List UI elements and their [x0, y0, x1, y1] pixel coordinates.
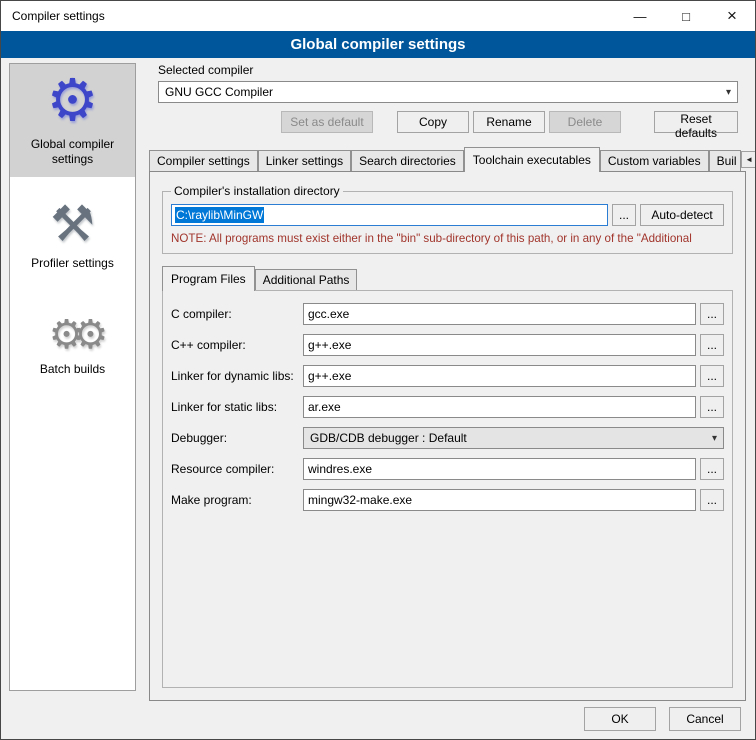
linker-static-input[interactable]	[303, 396, 696, 418]
titlebar: Compiler settings — □ ×	[1, 1, 755, 31]
sidebar-item-label: Profiler settings	[31, 256, 114, 271]
copy-button[interactable]: Copy	[397, 111, 469, 133]
program-files-tabstrip: Program Files Additional Paths	[162, 266, 735, 290]
tab-toolchain-executables[interactable]: Toolchain executables	[464, 147, 600, 172]
close-button[interactable]: ×	[709, 1, 755, 31]
installation-directory-legend: Compiler's installation directory	[171, 184, 343, 198]
linker-static-row: Linker for static libs: ...	[171, 396, 724, 418]
tab-scroll-buttons: ◄ ►	[741, 151, 756, 168]
profiler-tool-icon: ⚒	[50, 199, 95, 249]
delete-button: Delete	[549, 111, 621, 133]
installation-directory-input[interactable]: C:\raylib\MinGW	[171, 204, 608, 226]
installation-directory-group: Compiler's installation directory C:\ray…	[162, 184, 733, 254]
linker-static-label: Linker for static libs:	[171, 400, 303, 414]
compiler-settings-window: Compiler settings — □ × Global compiler …	[0, 0, 756, 740]
linker-dynamic-row: Linker for dynamic libs: ...	[171, 365, 724, 387]
page-title: Global compiler settings	[1, 31, 755, 58]
tab-program-files[interactable]: Program Files	[162, 266, 255, 291]
maximize-button[interactable]: □	[663, 1, 709, 31]
linker-dynamic-browse-button[interactable]: ...	[700, 365, 724, 387]
make-program-input[interactable]	[303, 489, 696, 511]
compiler-select[interactable]: GNU GCC Compiler ▾	[158, 81, 738, 103]
sidebar-item-profiler-settings[interactable]: ⚒ Profiler settings	[10, 191, 135, 281]
sidebar-item-label: Global compiler settings	[14, 137, 131, 167]
tab-scroll-left-button[interactable]: ◄	[741, 151, 756, 168]
program-files-panel: C compiler: ... C++ compiler: ... Linker…	[162, 290, 733, 688]
main-content: Selected compiler GNU GCC Compiler ▾ Set…	[146, 63, 749, 701]
window-controls: — □ ×	[617, 1, 755, 31]
compiler-action-buttons: Set as default Copy Rename Delete Reset …	[158, 111, 738, 133]
arrow-left-icon: ◄	[745, 155, 753, 164]
tab-build-options-truncated[interactable]: Buil	[709, 150, 741, 171]
toolchain-executables-panel: Compiler's installation directory C:\ray…	[149, 171, 746, 701]
debugger-select[interactable]: GDB/CDB debugger : Default ▾	[303, 427, 724, 449]
resource-compiler-row: Resource compiler: ...	[171, 458, 724, 480]
cpp-compiler-input[interactable]	[303, 334, 696, 356]
set-as-default-button: Set as default	[281, 111, 373, 133]
bin-subdirectory-note: NOTE: All programs must exist either in …	[171, 232, 724, 245]
make-program-label: Make program:	[171, 493, 303, 507]
linker-static-browse-button[interactable]: ...	[700, 396, 724, 418]
sidebar-item-batch-builds[interactable]: ⚙⚙ Batch builds	[10, 307, 135, 387]
installation-directory-value: C:\raylib\MinGW	[175, 207, 264, 223]
debugger-select-value: GDB/CDB debugger : Default	[310, 431, 467, 445]
resource-compiler-browse-button[interactable]: ...	[700, 458, 724, 480]
linker-dynamic-input[interactable]	[303, 365, 696, 387]
tab-linker-settings[interactable]: Linker settings	[258, 150, 351, 171]
make-program-row: Make program: ...	[171, 489, 724, 511]
maximize-icon: □	[682, 9, 690, 24]
tab-additional-paths[interactable]: Additional Paths	[255, 269, 358, 290]
compiler-select-value: GNU GCC Compiler	[165, 85, 273, 99]
sidebar-item-global-compiler-settings[interactable]: ⚙ Global compiler settings	[10, 64, 135, 177]
settings-category-sidebar: ⚙ Global compiler settings ⚒ Profiler se…	[9, 63, 136, 691]
tab-search-directories[interactable]: Search directories	[351, 150, 464, 171]
c-compiler-row: C compiler: ...	[171, 303, 724, 325]
debugger-label: Debugger:	[171, 431, 303, 445]
linker-dynamic-label: Linker for dynamic libs:	[171, 369, 303, 383]
c-compiler-input[interactable]	[303, 303, 696, 325]
cpp-compiler-row: C++ compiler: ...	[171, 334, 724, 356]
resource-compiler-label: Resource compiler:	[171, 462, 303, 476]
dialog-footer: OK Cancel	[584, 707, 741, 731]
dialog-body: ⚙ Global compiler settings ⚒ Profiler se…	[1, 58, 755, 740]
c-compiler-browse-button[interactable]: ...	[700, 303, 724, 325]
tab-compiler-settings[interactable]: Compiler settings	[149, 150, 258, 171]
installation-directory-row: C:\raylib\MinGW ... Auto-detect	[171, 204, 724, 226]
resource-compiler-input[interactable]	[303, 458, 696, 480]
c-compiler-label: C compiler:	[171, 307, 303, 321]
sidebar-item-label: Batch builds	[40, 362, 105, 377]
cancel-button[interactable]: Cancel	[669, 707, 741, 731]
minimize-button[interactable]: —	[617, 1, 663, 31]
batch-gears-icon: ⚙⚙	[49, 315, 97, 355]
chevron-down-icon: ▾	[726, 87, 731, 98]
compiler-tabstrip: Compiler settings Linker settings Search…	[149, 147, 749, 171]
cpp-compiler-browse-button[interactable]: ...	[700, 334, 724, 356]
make-program-browse-button[interactable]: ...	[700, 489, 724, 511]
minimize-icon: —	[634, 9, 647, 24]
debugger-row: Debugger: GDB/CDB debugger : Default ▾	[171, 427, 724, 449]
window-title: Compiler settings	[12, 9, 105, 23]
cpp-compiler-label: C++ compiler:	[171, 338, 303, 352]
reset-defaults-button[interactable]: Reset defaults	[654, 111, 738, 133]
chevron-down-icon: ▾	[712, 433, 717, 444]
gear-icon: ⚙	[47, 72, 99, 130]
close-icon: ×	[727, 6, 737, 26]
installation-directory-browse-button[interactable]: ...	[612, 204, 636, 226]
tab-custom-variables[interactable]: Custom variables	[600, 150, 709, 171]
ok-button[interactable]: OK	[584, 707, 656, 731]
selected-compiler-label: Selected compiler	[158, 63, 749, 77]
auto-detect-button[interactable]: Auto-detect	[640, 204, 724, 226]
rename-button[interactable]: Rename	[473, 111, 545, 133]
